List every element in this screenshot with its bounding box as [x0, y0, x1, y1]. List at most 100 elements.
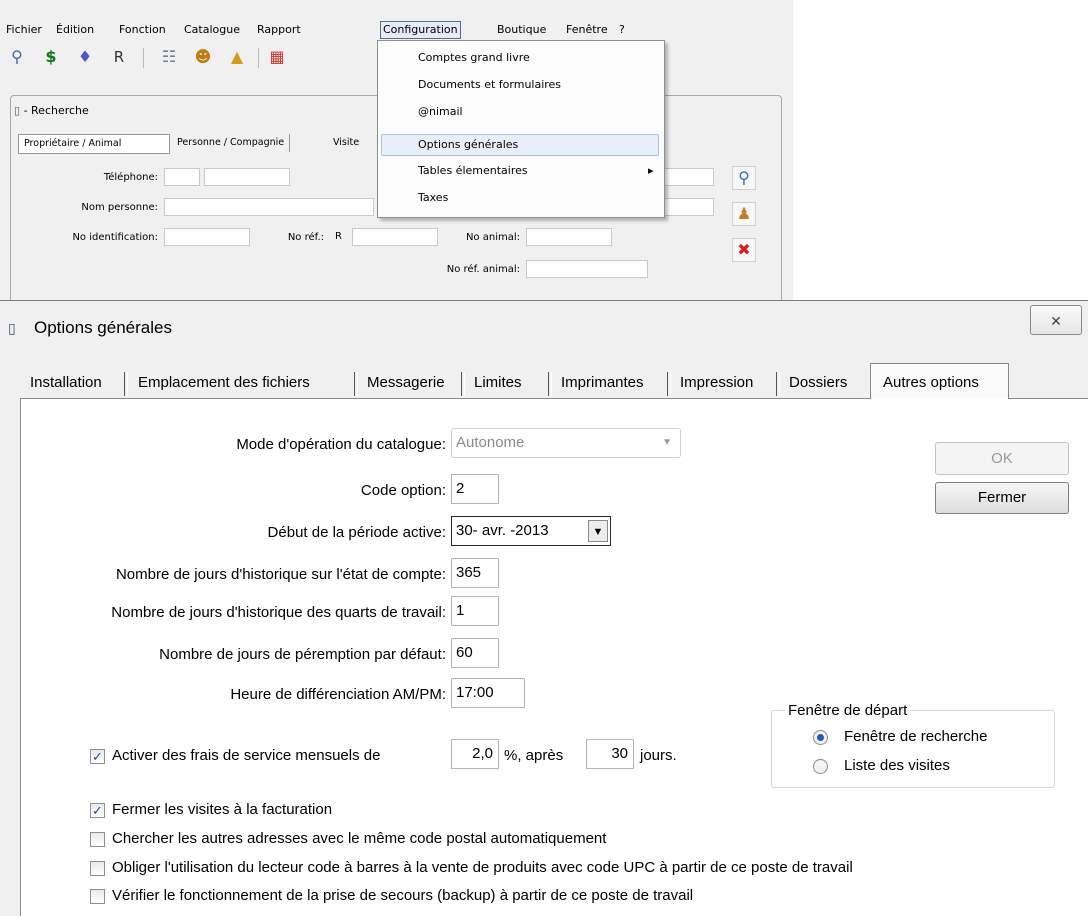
- menu-fonction[interactable]: Fonction: [117, 22, 168, 38]
- obliger-lecteur-label: Obliger l'utilisation du lecteur code à …: [112, 859, 853, 876]
- no-ref-label: No réf.:: [287, 232, 324, 243]
- no-ref-animal-field[interactable]: [526, 260, 648, 278]
- chercher-adresses-label: Chercher les autres adresses avec le mêm…: [112, 830, 607, 847]
- submenu-arrow-icon: ▸: [648, 164, 654, 177]
- application-window: Fichier Édition Fonction Catalogue Rappo…: [0, 0, 793, 300]
- dialog-title: Options générales: [34, 318, 172, 337]
- historique-quarts-field[interactable]: 1: [451, 596, 499, 626]
- pin-icon[interactable]: ♦: [74, 46, 96, 68]
- search-panel-title: ▯ - Recherche: [14, 104, 89, 117]
- mode-operation-select[interactable]: Autonome ▼: [451, 428, 681, 458]
- menu-help[interactable]: ?: [617, 22, 627, 38]
- radio-fenetre-recherche[interactable]: [813, 730, 828, 745]
- code-option-field[interactable]: 2: [451, 474, 499, 504]
- search-field-right-2[interactable]: [664, 198, 714, 216]
- fenetre-depart-title: Fenêtre de départ: [785, 702, 911, 719]
- no-identification-field[interactable]: [164, 228, 250, 246]
- chevron-down-icon: ▼: [662, 437, 672, 448]
- debut-periode-date[interactable]: 30- avr. -2013 ▼: [451, 516, 611, 546]
- menu-catalogue[interactable]: Catalogue: [182, 22, 242, 38]
- magnifier-icon[interactable]: ⚲: [6, 46, 28, 68]
- menu-item-tables-elementaires[interactable]: Tables élementaires: [418, 160, 528, 182]
- code-option-label: Code option:: [360, 482, 446, 499]
- peremption-label: Nombre de jours de péremption par défaut…: [159, 646, 446, 663]
- obliger-lecteur-checkbox[interactable]: [90, 861, 105, 876]
- no-animal-field[interactable]: [526, 228, 612, 246]
- telephone-number-field[interactable]: [204, 168, 290, 186]
- frais-service-label: Activer des frais de service mensuels de: [112, 747, 381, 764]
- calendar-icon[interactable]: ▦: [266, 46, 288, 68]
- tab-imprimantes[interactable]: Imprimantes: [561, 369, 644, 397]
- mode-operation-label: Mode d'opération du catalogue:: [236, 436, 446, 453]
- tab-separator: [461, 372, 465, 396]
- fenetre-depart-group: [771, 710, 1055, 788]
- telephone-label: Téléphone:: [103, 172, 158, 183]
- window-icon: ▯: [8, 320, 16, 336]
- historique-etat-compte-field[interactable]: 365: [451, 558, 499, 588]
- telephone-area-field[interactable]: [164, 168, 200, 186]
- peremption-field[interactable]: 60: [451, 638, 499, 668]
- heure-ampm-field[interactable]: 17:00: [451, 678, 525, 708]
- tab-personne-compagnie[interactable]: Personne / Compagnie: [172, 134, 291, 152]
- menu-item-nimail[interactable]: @nimail: [418, 101, 463, 123]
- fermer-visites-label: Fermer les visites à la facturation: [112, 801, 333, 818]
- nom-personne-field[interactable]: [164, 198, 374, 216]
- radio-liste-visites[interactable]: [813, 759, 828, 774]
- tab-limites[interactable]: Limites: [474, 369, 522, 397]
- tab-separator: [354, 372, 358, 396]
- search-field-right[interactable]: [664, 168, 714, 186]
- tab-separator: [548, 372, 552, 396]
- dollar-icon[interactable]: $: [40, 46, 62, 68]
- configuration-dropdown: Comptes grand livre Documents et formula…: [377, 40, 665, 218]
- menu-item-documents-formulaires[interactable]: Documents et formulaires: [418, 74, 561, 96]
- delete-icon[interactable]: ✖: [732, 238, 756, 262]
- menu-configuration[interactable]: Configuration: [380, 21, 461, 39]
- no-identification-label: No identification:: [72, 232, 158, 243]
- no-animal-label: No animal:: [465, 232, 520, 243]
- cart-icon[interactable]: ☷: [158, 46, 180, 68]
- verifier-backup-checkbox[interactable]: [90, 889, 105, 904]
- heure-ampm-label: Heure de différenciation AM/PM:: [230, 686, 446, 703]
- menu-item-comptes-grand-livre[interactable]: Comptes grand livre: [418, 47, 530, 69]
- fermer-button[interactable]: Fermer: [935, 482, 1069, 514]
- person-icon[interactable]: ☻: [192, 46, 214, 68]
- menu-fichier[interactable]: Fichier: [4, 22, 44, 38]
- no-ref-prefix: R: [335, 231, 342, 242]
- menu-boutique[interactable]: Boutique: [495, 22, 548, 38]
- menu-item-taxes[interactable]: Taxes: [418, 187, 448, 209]
- frais-service-checkbox[interactable]: ✓: [90, 749, 105, 764]
- search-icon[interactable]: ⚲: [732, 166, 756, 190]
- radio-liste-visites-label: Liste des visites: [844, 757, 950, 774]
- menu-item-options-generales[interactable]: Options générales: [418, 134, 518, 156]
- upload-icon[interactable]: ▲: [226, 46, 248, 68]
- people-icon[interactable]: ♟: [732, 202, 756, 226]
- tab-autres-options[interactable]: Autres options: [883, 369, 979, 397]
- tab-visite[interactable]: Visite: [328, 134, 364, 152]
- menu-bar: Fichier Édition Fonction Catalogue Rappo…: [0, 0, 793, 42]
- tab-dossiers[interactable]: Dossiers: [789, 369, 847, 397]
- menu-fenetre[interactable]: Fenêtre: [564, 22, 610, 38]
- menu-edition[interactable]: Édition: [54, 22, 96, 38]
- tab-impression[interactable]: Impression: [680, 369, 753, 397]
- toolbar-separator: [258, 48, 259, 68]
- chercher-adresses-checkbox[interactable]: [90, 832, 105, 847]
- tab-separator: [776, 372, 780, 396]
- ok-button[interactable]: OK: [935, 442, 1069, 475]
- frais-service-percent-field[interactable]: 2,0: [451, 739, 499, 769]
- nom-personne-label: Nom personne:: [81, 202, 158, 213]
- tab-installation[interactable]: Installation: [30, 369, 102, 397]
- frais-service-days-field[interactable]: 30: [586, 739, 634, 769]
- historique-etat-compte-label: Nombre de jours d'historique sur l'état …: [115, 566, 446, 583]
- tab-separator: [124, 372, 128, 396]
- chevron-down-icon[interactable]: ▼: [588, 520, 608, 542]
- historique-quarts-label: Nombre de jours d'historique des quarts …: [111, 604, 446, 621]
- tab-emplacement-fichiers[interactable]: Emplacement des fichiers: [138, 369, 310, 397]
- tab-messagerie[interactable]: Messagerie: [367, 369, 445, 397]
- menu-rapport[interactable]: Rapport: [255, 22, 303, 38]
- no-ref-field[interactable]: [352, 228, 438, 246]
- rx-icon[interactable]: R: [108, 46, 130, 68]
- debut-periode-label: Début de la période active:: [267, 524, 446, 541]
- close-button[interactable]: ✕: [1030, 305, 1082, 335]
- fermer-visites-checkbox[interactable]: ✓: [90, 803, 105, 818]
- tab-proprietaire-animal[interactable]: Propriétaire / Animal: [18, 134, 170, 154]
